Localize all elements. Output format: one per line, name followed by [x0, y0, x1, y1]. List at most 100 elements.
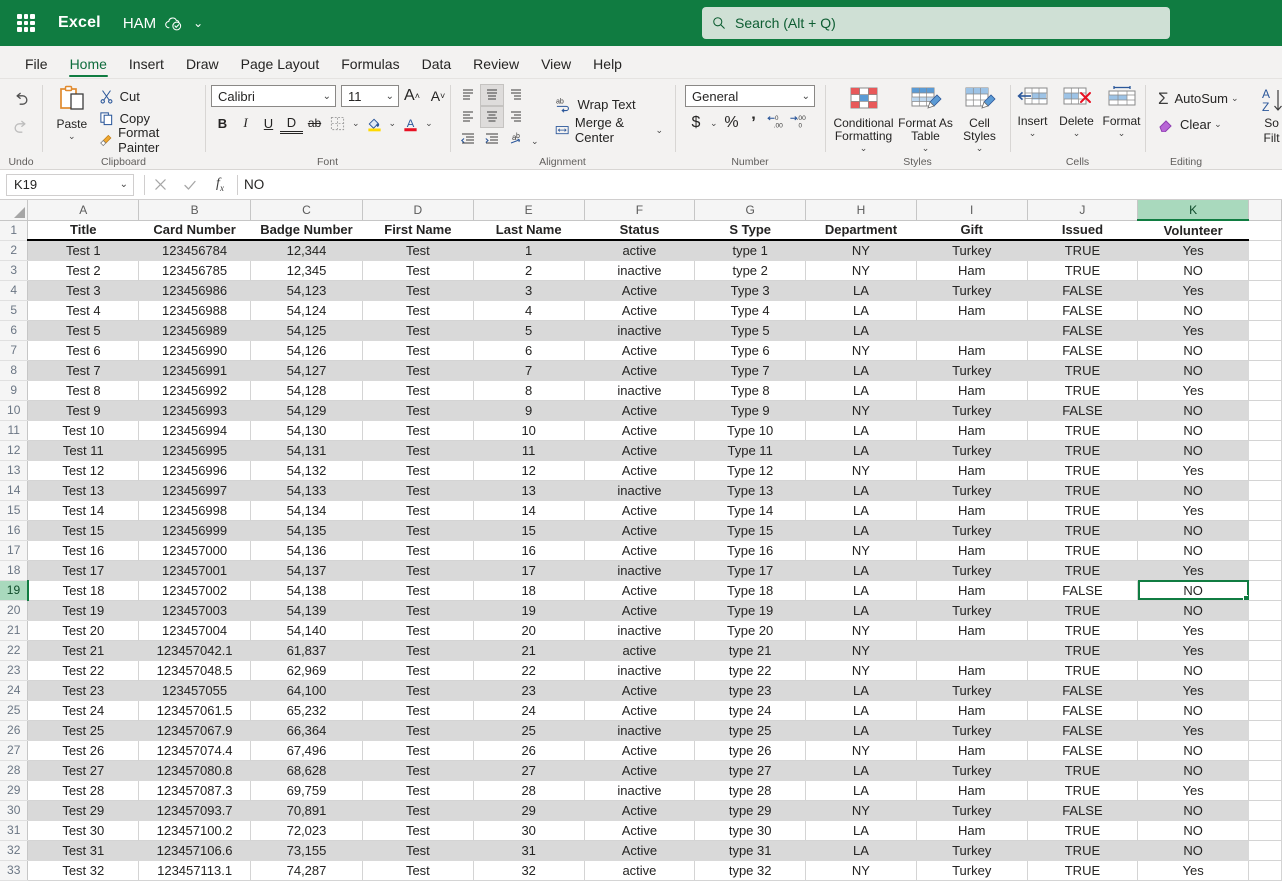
merge-center-chevron-down-icon[interactable]: ⌄: [652, 125, 666, 136]
cell-H21[interactable]: NY: [805, 620, 917, 641]
column-title-h[interactable]: Department: [805, 220, 917, 241]
column-header-j[interactable]: J: [1027, 200, 1139, 221]
cell-C11[interactable]: 54,130: [250, 420, 363, 441]
search-input[interactable]: Search (Alt + Q): [702, 7, 1170, 39]
cell-D21[interactable]: Test: [362, 620, 474, 641]
cell-I3[interactable]: Ham: [916, 260, 1028, 281]
cell-J7[interactable]: FALSE: [1027, 340, 1139, 361]
borders-chevron-down-icon[interactable]: ⌄: [349, 118, 363, 129]
cell-C15[interactable]: 54,134: [250, 500, 363, 521]
cell-K4[interactable]: Yes: [1137, 280, 1250, 301]
cell-E20[interactable]: 19: [473, 600, 585, 621]
cell-A30[interactable]: Test 29: [27, 800, 140, 821]
cell-C29[interactable]: 69,759: [250, 780, 363, 801]
cell-H7[interactable]: NY: [805, 340, 917, 361]
cell-I31[interactable]: Ham: [916, 820, 1028, 841]
delete-cells-chevron-down-icon[interactable]: ⌄: [1073, 128, 1081, 138]
cell-A18[interactable]: Test 17: [27, 560, 140, 581]
cell-B10[interactable]: 123456993: [138, 400, 252, 421]
column-title-a[interactable]: Title: [27, 220, 140, 241]
cell-E24[interactable]: 23: [473, 680, 585, 701]
cell-A10[interactable]: Test 9: [27, 400, 140, 421]
cell-F17[interactable]: Active: [584, 540, 696, 561]
cell-H18[interactable]: LA: [805, 560, 917, 581]
cell-D28[interactable]: Test: [362, 760, 474, 781]
cell-G20[interactable]: Type 19: [694, 600, 807, 621]
cell-K25[interactable]: NO: [1137, 700, 1250, 721]
cell-J32[interactable]: TRUE: [1027, 840, 1139, 861]
decrease-font-size-button[interactable]: A ˅: [425, 85, 451, 107]
cell-C20[interactable]: 54,139: [250, 600, 363, 621]
cell-G32[interactable]: type 31: [694, 840, 807, 861]
row-header-33[interactable]: 33: [0, 860, 29, 881]
cell-H11[interactable]: LA: [805, 420, 917, 441]
row-header-20[interactable]: 20: [0, 600, 29, 621]
cell-B22[interactable]: 123457042.1: [138, 640, 252, 661]
cell-D29[interactable]: Test: [362, 780, 474, 801]
format-cells-chevron-down-icon[interactable]: ⌄: [1118, 128, 1126, 138]
cell-L31[interactable]: [1248, 820, 1282, 841]
cell-K6[interactable]: Yes: [1137, 320, 1250, 341]
cell-L7[interactable]: [1248, 340, 1282, 361]
autosum-chevron-down-icon[interactable]: ⌄: [1228, 93, 1242, 104]
cell-H26[interactable]: LA: [805, 720, 917, 741]
cell-I25[interactable]: Ham: [916, 700, 1028, 721]
cell-I11[interactable]: Ham: [916, 420, 1028, 441]
cell-J19[interactable]: FALSE: [1027, 580, 1139, 601]
tab-insert[interactable]: Insert: [118, 52, 175, 78]
cell-L17[interactable]: [1248, 540, 1282, 561]
paste-button[interactable]: Paste ⌄: [48, 82, 96, 141]
formula-input[interactable]: NO: [238, 173, 1282, 197]
redo-button[interactable]: [10, 114, 32, 142]
cell-F32[interactable]: Active: [584, 840, 696, 861]
cell-C14[interactable]: 54,133: [250, 480, 363, 501]
spreadsheet-grid[interactable]: A B C D E F G H I J K 1 Title Card Number Badge Number…: [0, 200, 1282, 886]
cell-K27[interactable]: NO: [1137, 740, 1250, 761]
document-name[interactable]: HAM: [123, 15, 156, 32]
column-header-b[interactable]: B: [138, 200, 252, 221]
number-format-select[interactable]: General ⌄: [685, 85, 815, 107]
cell-A5[interactable]: Test 4: [27, 300, 140, 321]
cell-L22[interactable]: [1248, 640, 1282, 661]
cell-C22[interactable]: 61,837: [250, 640, 363, 661]
cell-G3[interactable]: type 2: [694, 260, 807, 281]
app-name[interactable]: Excel: [58, 14, 101, 32]
cell-G19[interactable]: Type 18: [694, 580, 807, 601]
increase-indent-button[interactable]: [480, 128, 504, 150]
cell-J16[interactable]: TRUE: [1027, 520, 1139, 541]
cell-B32[interactable]: 123457106.6: [138, 840, 252, 861]
cell-H9[interactable]: LA: [805, 380, 917, 401]
align-top-button[interactable]: [456, 84, 480, 106]
cell-I14[interactable]: Turkey: [916, 480, 1028, 501]
cell-C30[interactable]: 70,891: [250, 800, 363, 821]
conditional-formatting-button[interactable]: Conditional Formatting ⌄: [831, 83, 897, 153]
row-header-26[interactable]: 26: [0, 720, 29, 741]
cell-L2[interactable]: [1248, 240, 1282, 261]
cell-D11[interactable]: Test: [362, 420, 474, 441]
cell-L25[interactable]: [1248, 700, 1282, 721]
row-header-1[interactable]: 1: [0, 220, 29, 241]
cell-E13[interactable]: 12: [473, 460, 585, 481]
cell-C7[interactable]: 54,126: [250, 340, 363, 361]
cell-G22[interactable]: type 21: [694, 640, 807, 661]
cell-L3[interactable]: [1248, 260, 1282, 281]
row-header-3[interactable]: 3: [0, 260, 29, 281]
cell-I20[interactable]: Turkey: [916, 600, 1028, 621]
cell-F30[interactable]: Active: [584, 800, 696, 821]
cell-I32[interactable]: Turkey: [916, 840, 1028, 861]
row-header-27[interactable]: 27: [0, 740, 29, 761]
cell-F22[interactable]: active: [584, 640, 696, 661]
cell-H8[interactable]: LA: [805, 360, 917, 381]
cell-K20[interactable]: NO: [1137, 600, 1250, 621]
tab-data[interactable]: Data: [411, 52, 463, 78]
cell-A3[interactable]: Test 2: [27, 260, 140, 281]
cell-F5[interactable]: Active: [584, 300, 696, 321]
row-header-22[interactable]: 22: [0, 640, 29, 661]
cell-B11[interactable]: 123456994: [138, 420, 252, 441]
tab-file[interactable]: File: [14, 52, 59, 78]
cell-B21[interactable]: 123457004: [138, 620, 252, 641]
cell-G16[interactable]: Type 15: [694, 520, 807, 541]
cell-I6[interactable]: [916, 320, 1028, 341]
cell-C2[interactable]: 12,344: [250, 240, 363, 261]
clear-button[interactable]: Clear ⌄: [1155, 111, 1245, 137]
